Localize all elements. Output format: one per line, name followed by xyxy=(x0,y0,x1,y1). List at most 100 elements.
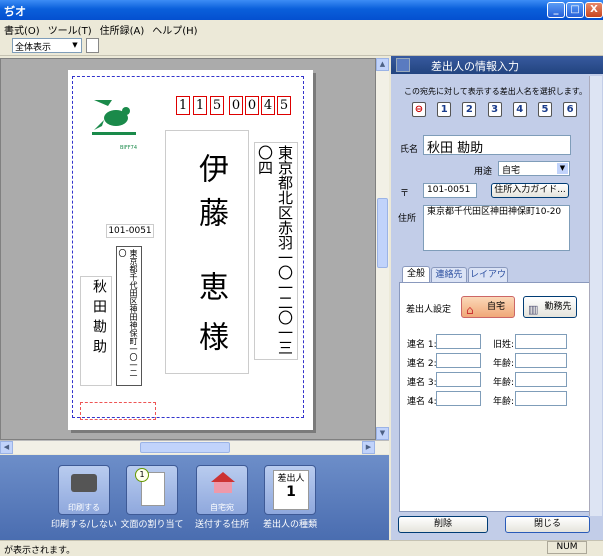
stamp-code: BIFF74 xyxy=(120,145,138,151)
status-bar: が表示されます。 xyxy=(0,540,603,556)
sender-type-label: 差出人の種類 xyxy=(262,520,317,530)
minimize-button[interactable]: _ xyxy=(547,2,565,18)
postal-digit[interactable]: 5 xyxy=(277,96,291,115)
address-field[interactable]: 東京都千代田区神田神保町10-20 xyxy=(423,205,570,251)
address-label: 住所 xyxy=(398,214,417,224)
age-2-label: 年齢: xyxy=(493,359,515,369)
sender-card-title: 差出人 xyxy=(277,474,305,484)
tab-layout[interactable]: レイアウト xyxy=(468,267,508,294)
name-field[interactable]: 秋田 勘助 xyxy=(423,135,571,156)
bird-stamp-icon xyxy=(92,100,136,135)
num-lock-indicator: NUM xyxy=(547,541,587,554)
sender-setting-label: 差出人設定 xyxy=(406,305,452,315)
home-button-label: 自宅 xyxy=(486,302,505,312)
print-toggle-top-label: 印刷する xyxy=(68,503,100,512)
print-toggle-button[interactable]: 印刷する xyxy=(58,465,110,515)
chevron-down-icon: ▼ xyxy=(72,41,78,49)
sender-selector: ⊖ 1 2 3 4 5 6 xyxy=(412,102,578,117)
page-view-icon[interactable] xyxy=(86,38,99,53)
step-one-icon: 1 xyxy=(135,468,149,482)
work-button[interactable]: ▥ 勤務先 xyxy=(523,296,577,318)
house-icon: ⌂ xyxy=(466,303,474,317)
scroll-down-icon[interactable]: ▼ xyxy=(376,427,389,440)
menu-bar: 書式(O) ツール(T) 住所録(A) ヘルプ(H) xyxy=(0,20,603,37)
age-3-label: 年齢: xyxy=(493,378,515,388)
panel-title: 差出人の情報入力 xyxy=(431,60,519,73)
postal-digit[interactable]: 5 xyxy=(210,96,224,115)
joint-name-4-field[interactable] xyxy=(436,391,481,406)
address-guide-button[interactable]: 住所入力ガイド... xyxy=(491,183,569,198)
bottom-action-panel: 印刷する 1 自宅宛 差出人 1 印刷する/しない 文面の割り当て 送付する住所 … xyxy=(0,455,389,540)
view-combo-value: 全体表示 xyxy=(15,43,52,53)
maximize-button[interactable]: □ xyxy=(566,2,584,18)
joint-name-4-label: 連名 4: xyxy=(407,397,437,407)
layout-assign-label: 文面の割り当て xyxy=(120,520,184,530)
sender-2-icon[interactable]: 2 xyxy=(462,102,477,117)
sender-5-icon[interactable]: 5 xyxy=(537,102,552,117)
maiden-name-field[interactable] xyxy=(515,334,567,349)
panel-header: 差出人の情報入力 xyxy=(391,56,603,74)
postal-digit[interactable]: 1 xyxy=(193,96,207,115)
recipient-given-name: 恵 xyxy=(193,271,228,301)
age-4-label: 年齢: xyxy=(493,397,515,407)
hscroll-thumb[interactable] xyxy=(140,442,230,453)
tab-general[interactable]: 全般 xyxy=(402,266,430,282)
honorific: 様 xyxy=(193,321,228,351)
chevron-down-icon: ▼ xyxy=(557,163,568,174)
scroll-up-icon[interactable]: ▲ xyxy=(376,58,389,71)
recipient-name-box[interactable]: 伊藤 恵 様 xyxy=(165,130,249,374)
postal-digit[interactable]: 0 xyxy=(229,96,243,115)
close-window-button[interactable]: X xyxy=(585,2,603,18)
scroll-left-icon[interactable]: ◀ xyxy=(0,441,13,454)
horizontal-scrollbar[interactable]: ◀ ▶ xyxy=(0,440,389,454)
recipient-address[interactable]: 東京都北区赤羽一〇一二〇一三〇四 xyxy=(254,142,298,360)
window-title: ぢオ xyxy=(4,5,26,18)
age-2-field[interactable] xyxy=(515,353,567,368)
layout-assign-button[interactable]: 1 xyxy=(126,465,178,515)
postal-digit[interactable]: 0 xyxy=(245,96,259,115)
sender-postal-boxes xyxy=(80,402,156,420)
usage-value: 自宅 xyxy=(502,166,521,176)
joint-name-1-label: 連名 1: xyxy=(407,340,437,350)
joint-name-3-field[interactable] xyxy=(436,372,481,387)
zip-field[interactable]: 101-0051 xyxy=(423,183,477,198)
postal-digit[interactable]: 4 xyxy=(261,96,275,115)
sender-name[interactable]: 秋田勘助 xyxy=(80,276,112,386)
sender-6-icon[interactable]: 6 xyxy=(563,102,578,117)
home-button[interactable]: ⌂ 自宅 xyxy=(461,296,515,318)
view-combo[interactable]: 全体表示 ▼ xyxy=(12,38,82,53)
building-icon: ▥ xyxy=(528,303,539,316)
sender-address[interactable]: 東京都千代田区神田神保町一〇一二〇 xyxy=(116,246,142,386)
panel-instruction: この宛先に対して表示する差出人名を選択します。 xyxy=(404,87,587,96)
joint-name-3-label: 連名 3: xyxy=(407,378,437,388)
vscroll-thumb[interactable] xyxy=(377,198,388,268)
sender-3-icon[interactable]: 3 xyxy=(487,102,502,117)
sender-postal[interactable]: 101-0051 xyxy=(106,224,154,238)
send-address-label: 送付する住所 xyxy=(194,520,249,530)
age-4-field[interactable] xyxy=(515,391,567,406)
print-toggle-label: 印刷する/しない xyxy=(50,520,118,530)
panel-toggle-icon[interactable] xyxy=(396,58,410,72)
scroll-right-icon[interactable]: ▶ xyxy=(362,441,375,454)
usage-select[interactable]: 自宅 ▼ xyxy=(498,161,570,176)
joint-name-1-field[interactable] xyxy=(436,334,481,349)
sender-4-icon[interactable]: 4 xyxy=(512,102,527,117)
postal-digit[interactable]: 1 xyxy=(176,96,190,115)
sender-type-button[interactable]: 差出人 1 xyxy=(264,465,316,515)
send-address-top-label: 自宅宛 xyxy=(210,503,234,512)
close-panel-button[interactable]: 閉じる xyxy=(505,516,590,533)
sender-none-icon[interactable]: ⊖ xyxy=(412,102,426,117)
printer-icon xyxy=(71,474,97,492)
zip-label: 〒 xyxy=(400,189,410,199)
sender-1-icon[interactable]: 1 xyxy=(437,102,452,117)
age-3-field[interactable] xyxy=(515,372,567,387)
send-address-button[interactable]: 自宅宛 xyxy=(196,465,248,515)
joint-name-2-field[interactable] xyxy=(436,353,481,368)
panel-scrollbar[interactable] xyxy=(589,76,602,516)
tab-contact[interactable]: 連絡先 xyxy=(431,267,467,282)
joint-name-2-label: 連名 2: xyxy=(407,359,437,369)
vertical-scrollbar[interactable]: ▲ ▼ xyxy=(376,58,389,440)
delete-button[interactable]: 削除 xyxy=(398,516,488,533)
work-button-label: 勤務先 xyxy=(544,302,572,312)
recipient-surname: 伊藤 xyxy=(193,153,228,241)
